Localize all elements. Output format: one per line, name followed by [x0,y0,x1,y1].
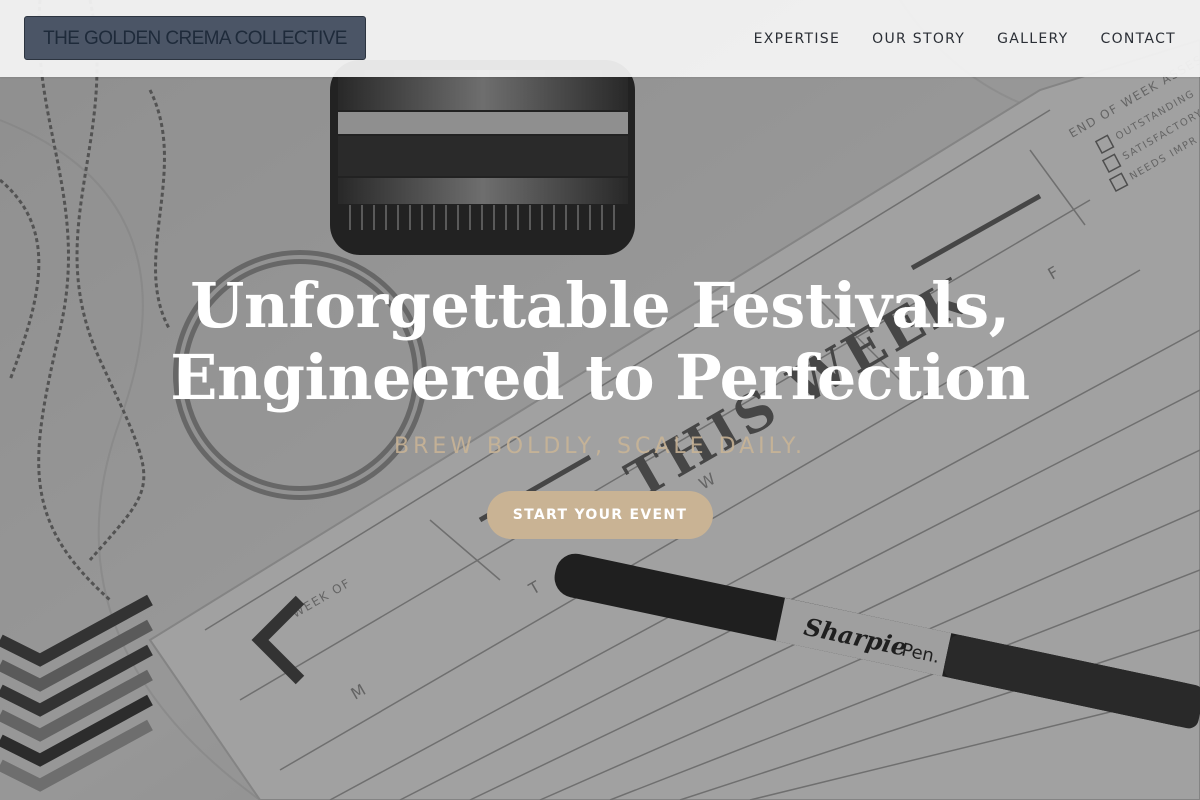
hero-section: Unforgettable Festivals, Engineered to P… [0,270,1200,539]
hero-title-line-1: Unforgettable Festivals, [190,269,1010,342]
nav-link-gallery[interactable]: GALLERY [997,31,1068,47]
hero-tagline: BREW BOLDLY, SCALE DAILY. [394,434,806,459]
main-nav: EXPERTISE OUR STORY GALLERY CONTACT [722,0,1176,77]
nav-link-expertise[interactable]: EXPERTISE [754,31,841,47]
site-header: THE GOLDEN CREMA COLLECTIVE EXPERTISE OU… [0,0,1200,77]
brand-logo[interactable]: THE GOLDEN CREMA COLLECTIVE [24,16,366,60]
start-event-button[interactable]: START YOUR EVENT [487,491,713,539]
nav-link-our-story[interactable]: OUR STORY [872,31,965,47]
nav-link-contact[interactable]: CONTACT [1101,31,1177,47]
landing-page: WEEK OF END OF WEEK ASSESSMENT OUTSTANDI… [0,0,1200,800]
hero-title: Unforgettable Festivals, Engineered to P… [0,270,1200,414]
hero-title-line-2: Engineered to Perfection [170,341,1030,414]
